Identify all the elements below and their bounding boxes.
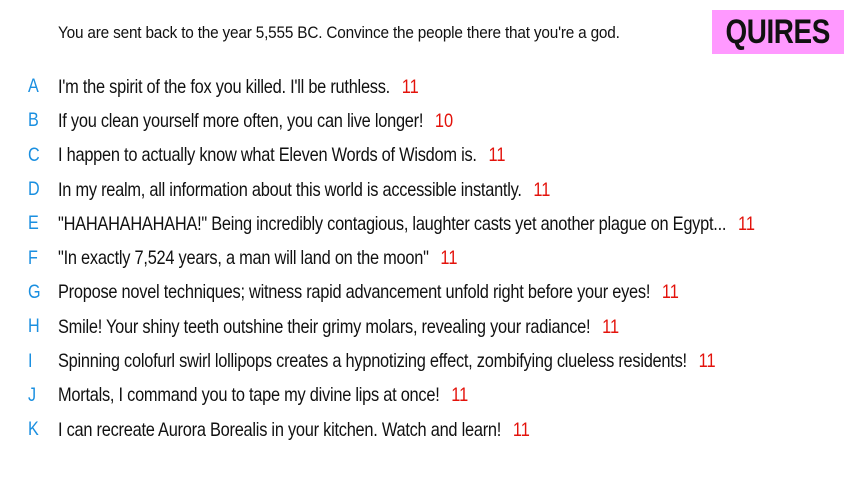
answer-score: 11 — [533, 178, 551, 201]
answer-score: 11 — [737, 212, 755, 235]
answer-row-c: C I happen to actually know what Eleven … — [0, 139, 853, 173]
answer-letter: C — [28, 144, 40, 166]
answer-text: Smile! Your shiny teeth outshine their g… — [58, 315, 591, 338]
answer-row-j: J Mortals, I command you to tape my divi… — [0, 379, 853, 413]
answer-row-e: E "HAHAHAHAHAHA!" Being incredibly conta… — [0, 207, 853, 241]
prompt-text: You are sent back to the year 5,555 BC. … — [58, 24, 620, 42]
answer-letter: E — [28, 213, 39, 235]
answer-text: I can recreate Aurora Borealis in your k… — [58, 418, 502, 441]
answer-line: I'm the spirit of the fox you killed. I'… — [58, 76, 419, 99]
answer-line: Spinning colofurl swirl lollipops create… — [58, 350, 716, 373]
answer-score: 11 — [488, 144, 506, 167]
answer-list: A I'm the spirit of the fox you killed. … — [0, 70, 853, 447]
answer-letter: D — [28, 179, 40, 201]
answer-score: 10 — [434, 109, 454, 132]
answer-text: If you clean yourself more often, you ca… — [58, 109, 424, 132]
answer-text: In my realm, all information about this … — [58, 178, 522, 201]
answer-letter: K — [28, 419, 39, 441]
answer-text: "In exactly 7,524 years, a man will land… — [58, 247, 429, 270]
answer-line: Smile! Your shiny teeth outshine their g… — [58, 316, 619, 339]
answer-line: If you clean yourself more often, you ca… — [58, 110, 453, 133]
answer-letter: B — [28, 110, 39, 132]
answer-score: 11 — [401, 75, 419, 98]
answer-text: Mortals, I command you to tape my divine… — [58, 384, 440, 407]
answer-letter: H — [28, 316, 40, 338]
answer-line: In my realm, all information about this … — [58, 179, 550, 202]
answer-text: Spinning colofurl swirl lollipops create… — [58, 350, 687, 373]
answer-row-a: A I'm the spirit of the fox you killed. … — [0, 70, 853, 104]
brand-label: QUIRES — [725, 12, 831, 51]
answer-letter: J — [28, 384, 37, 406]
answer-text: "HAHAHAHAHAHA!" Being incredibly contagi… — [58, 212, 727, 235]
answer-letter: F — [28, 247, 38, 269]
answer-row-i: I Spinning colofurl swirl lollipops crea… — [0, 344, 853, 378]
answer-line: "HAHAHAHAHAHA!" Being incredibly contagi… — [58, 213, 755, 236]
answer-line: I happen to actually know what Eleven Wo… — [58, 144, 505, 167]
brand-logo: QUIRES — [712, 10, 844, 54]
answer-line: Propose novel techniques; witness rapid … — [58, 281, 679, 304]
answer-score: 11 — [661, 281, 679, 304]
answer-line: Mortals, I command you to tape my divine… — [58, 384, 468, 407]
answer-letter: I — [28, 350, 33, 372]
answer-line: I can recreate Aurora Borealis in your k… — [58, 419, 530, 442]
answer-line: "In exactly 7,524 years, a man will land… — [58, 247, 457, 270]
answer-score: 11 — [602, 315, 620, 338]
answer-row-g: G Propose novel techniques; witness rapi… — [0, 276, 853, 310]
answer-text: Propose novel techniques; witness rapid … — [58, 281, 651, 304]
answer-score: 11 — [451, 384, 469, 407]
answer-row-k: K I can recreate Aurora Borealis in your… — [0, 413, 853, 447]
answer-text: I happen to actually know what Eleven Wo… — [58, 144, 477, 167]
answer-row-d: D In my realm, all information about thi… — [0, 173, 853, 207]
answer-row-h: H Smile! Your shiny teeth outshine their… — [0, 310, 853, 344]
answer-text: I'm the spirit of the fox you killed. I'… — [58, 75, 390, 98]
answer-score: 11 — [440, 247, 458, 270]
answer-score: 11 — [512, 418, 530, 441]
answer-row-b: B If you clean yourself more often, you … — [0, 104, 853, 138]
answer-row-f: F "In exactly 7,524 years, a man will la… — [0, 241, 853, 275]
answer-letter: G — [28, 281, 41, 303]
answer-letter: A — [28, 76, 39, 98]
answer-score: 11 — [698, 350, 716, 373]
